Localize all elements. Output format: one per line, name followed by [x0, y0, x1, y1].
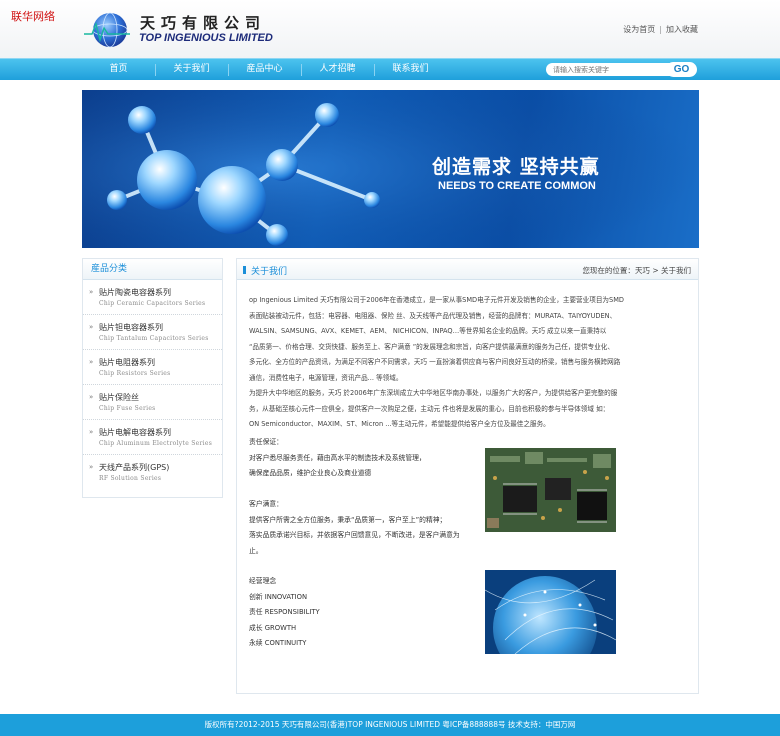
section-line: 止。: [249, 546, 263, 555]
nav-item-products[interactable]: 産品中心: [228, 59, 301, 81]
breadcrumb-separator: >: [649, 266, 661, 275]
sidebar-item-electrolytic-capacitors[interactable]: » 贴片电解电容器系列 Chip Aluminum Electrolyte Se…: [83, 420, 222, 455]
sidebar-item-sublabel: RF Solution Series: [99, 475, 162, 482]
set-homepage-link[interactable]: 设为首页: [623, 25, 655, 34]
section-line: 永续 CONTINUITY: [249, 639, 307, 647]
sidebar-item-sublabel: Chip Ceramic Capacitors Series: [99, 300, 206, 307]
sidebar-item-label: 天线产品系列(GPS): [99, 463, 170, 472]
about-content-panel: 关于我们 您现在的位置：天巧 > 关于我们 op Ingenious Limit…: [236, 258, 699, 694]
section-heading: 客户满意：: [249, 500, 283, 508]
banner-slogan: 创造需求 坚持共赢: [432, 156, 600, 178]
section-line: 确保産品品质，维护企业良心及商业道德: [249, 469, 372, 477]
sidebar-item-sublabel: Chip Aluminum Electrolyte Series: [99, 440, 213, 447]
sidebar-item-label: 贴片钽电容器系列: [99, 323, 163, 332]
section-heading: 责任保证：: [249, 438, 283, 446]
molecule-globes-illustration: [82, 90, 699, 248]
intro-line: 务，从基础至核心元件一应俱全，提供客户一次购足之便，主动元 件也将是发展的重心，…: [249, 404, 610, 413]
arrow-icon: »: [89, 428, 94, 436]
nav-item-about[interactable]: 关于我们: [155, 59, 228, 81]
sidebar-item-antenna[interactable]: » 天线产品系列(GPS) RF Solution Series: [83, 455, 222, 490]
company-intro: op Ingenious Limited 天巧有限公司于2006年在香港成立，是…: [249, 293, 667, 433]
arrow-icon: »: [89, 358, 94, 366]
sidebar-item-resistors[interactable]: » 贴片电阻器系列 Chip Resistors Series: [83, 350, 222, 385]
company-name-en: TOP INGENIOUS LIMITED: [139, 32, 273, 44]
sidebar-item-label: 贴片电解电容器系列: [99, 428, 171, 437]
intro-line: WALSIN、SAMSUNG、AVX、KEMET、AEM、 NICHICON、I…: [249, 327, 607, 335]
intro-line: 通信，消费性电子，电源管理，资讯产品... 等领域。: [249, 373, 403, 382]
section-line: 责任 RESPONSIBILITY: [249, 608, 320, 616]
watermark-label: 联华网络: [11, 10, 55, 23]
page-title: 关于我们: [251, 267, 288, 277]
intro-line: 表面贴装被动元件，包括：电容器、电阻器、保险 丝、及天线等产品代理及销售，经营的…: [249, 311, 617, 320]
satisfaction-section: 客户满意： 提供客户所需之全方位服务，秉承“品质第一，客户至上”的精神； 落实品…: [249, 497, 474, 559]
arrow-icon: »: [89, 288, 94, 296]
sidebar-item-label: 贴片保险丝: [99, 393, 139, 402]
intro-line: 为提升大中华地区的服务，天巧 於2006年广东深圳成立大中华地区华南办事处，以服…: [249, 389, 618, 397]
product-category-sidebar: 産品分类 » 贴片陶瓷电容器系列 Chip Ceramic Capacitors…: [82, 258, 223, 498]
nav-item-contact[interactable]: 联系我们: [374, 59, 447, 81]
section-line: 落实品质承诺兴目标，并依据客户回馈意见，不断改进，是客户满意为: [249, 531, 460, 539]
intro-line: 多元化、全方位的产品资讯，为满足不同客户不同需求，天巧 一直扮演着供应商与客户间…: [249, 358, 621, 366]
search-button[interactable]: GO: [666, 62, 697, 77]
breadcrumb-prefix: 您现在的位置：: [582, 266, 635, 275]
logo-globe-icon: [84, 12, 130, 48]
breadcrumb-home[interactable]: 天巧: [635, 266, 650, 275]
intro-line: op Ingenious Limited 天巧有限公司于2006年在香港成立，是…: [249, 296, 624, 304]
intro-line: ON Semiconductor、MAXIM、ST、Micron ...等主动元…: [249, 420, 550, 428]
sidebar-item-ceramic-capacitors[interactable]: » 贴片陶瓷电容器系列 Chip Ceramic Capacitors Seri…: [83, 280, 222, 315]
sidebar-item-sublabel: Chip Tantalum Capacitors Series: [99, 335, 209, 342]
nav-item-careers[interactable]: 人才招聘: [301, 59, 374, 81]
breadcrumb: 您现在的位置：天巧 > 关于我们: [582, 265, 691, 276]
breadcrumb-current: 关于我们: [661, 266, 691, 275]
link-separator: |: [659, 25, 662, 34]
nav-item-home[interactable]: 首页: [82, 59, 155, 81]
banner-subtitle: NEEDS TO CREATE COMMON: [438, 180, 596, 192]
sidebar-title: 産品分类: [83, 259, 222, 280]
section-line: 成长 GROWTH: [249, 623, 297, 632]
intro-line: “品质第一、价格合理、交货快捷、服务至上、客户满意 ”的发展理念和宗旨，向客户提…: [249, 342, 614, 351]
arrow-icon: »: [89, 463, 94, 471]
sidebar-item-fuses[interactable]: » 贴片保险丝 Chip Fuse Series: [83, 385, 222, 420]
section-line: 对客户悉尽服务责任，藉由高水平的制造技术及系统管理，: [249, 453, 426, 462]
sidebar-item-sublabel: Chip Resistors Series: [99, 370, 171, 377]
responsibility-section: 责任保证： 对客户悉尽服务责任，藉由高水平的制造技术及系统管理， 确保産品品质，…: [249, 435, 474, 482]
arrow-icon: »: [89, 323, 94, 331]
top-links: 设为首页 | 加入收藏: [623, 24, 698, 35]
company-name-cn: 天巧有限公司: [140, 14, 267, 32]
philosophy-section: 经营理念 创新 INNOVATION 责任 RESPONSIBILITY 成长 …: [249, 574, 474, 652]
title-marker: [243, 266, 246, 274]
section-line: 提供客户所需之全方位服务，秉承“品质第一，客户至上”的精神；: [249, 515, 447, 524]
section-heading: 经营理念: [249, 577, 277, 585]
network-globe-photo: [485, 570, 616, 654]
hero-banner: 创造需求 坚持共赢 NEEDS TO CREATE COMMON: [82, 90, 699, 248]
sidebar-item-tantalum-capacitors[interactable]: » 贴片钽电容器系列 Chip Tantalum Capacitors Seri…: [83, 315, 222, 350]
sidebar-item-label: 贴片陶瓷电容器系列: [99, 288, 171, 297]
content-header: 关于我们 您现在的位置：天巧 > 关于我们: [237, 259, 698, 280]
search-input[interactable]: [546, 63, 670, 76]
circuit-board-photo: [485, 448, 616, 532]
arrow-icon: »: [89, 393, 94, 401]
section-line: 创新 INNOVATION: [249, 592, 308, 601]
sidebar-item-sublabel: Chip Fuse Series: [99, 405, 156, 412]
sidebar-item-label: 贴片电阻器系列: [99, 358, 155, 367]
add-favorite-link[interactable]: 加入收藏: [666, 25, 698, 34]
footer: 版权所有?2012-2015 天巧有限公司(香港)TOP INGENIOUS L…: [0, 714, 780, 736]
